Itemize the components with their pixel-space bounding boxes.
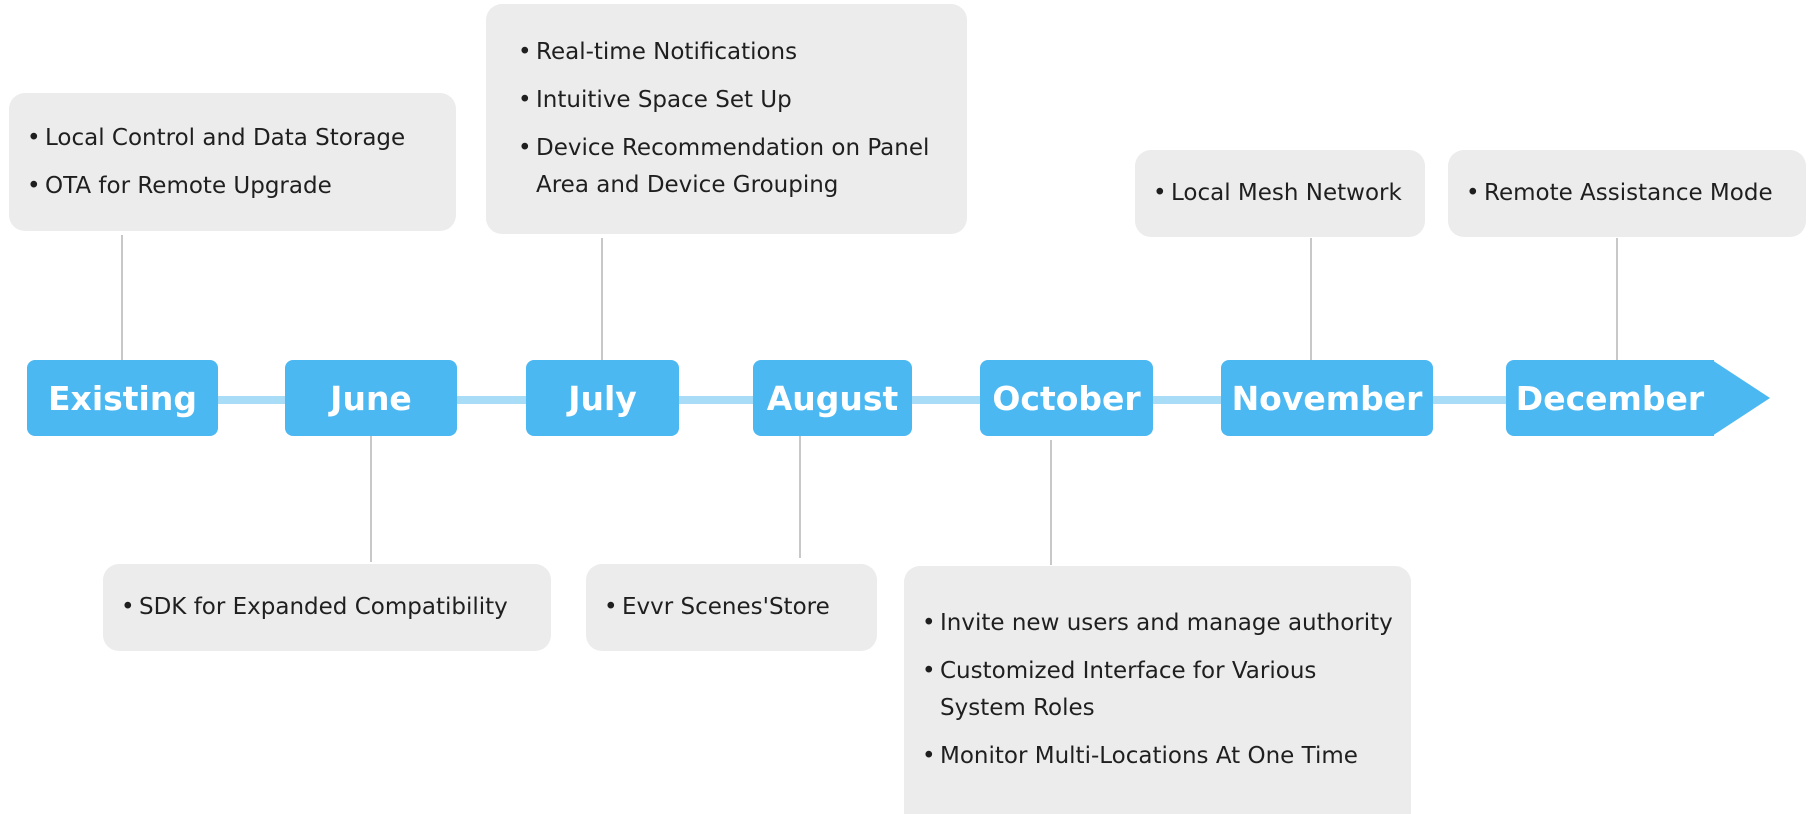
connector-november: [1310, 238, 1312, 360]
list-item: Device Recommendation on Panel Area and …: [518, 130, 936, 204]
list-item: Local Mesh Network: [1153, 175, 1407, 212]
list-item: Local Control and Data Storage: [27, 120, 438, 157]
month-november[interactable]: November: [1221, 360, 1433, 436]
connector-july: [601, 238, 603, 360]
card-november: Local Mesh Network: [1135, 150, 1425, 237]
month-october[interactable]: October: [980, 360, 1153, 436]
list-item: Customized Interface for Various System …: [922, 653, 1340, 727]
card-june: SDK for Expanded Compatibility: [103, 564, 551, 651]
connector-october: [1050, 440, 1052, 565]
list-item: Monitor Multi-Locations At One Time: [922, 738, 1393, 775]
card-december: Remote Assistance Mode: [1448, 150, 1806, 237]
timeline-arrow-head: [1712, 360, 1770, 436]
month-august[interactable]: August: [753, 360, 912, 436]
connector-existing: [121, 235, 123, 360]
month-june[interactable]: June: [285, 360, 457, 436]
card-october: Invite new users and manage authority Cu…: [904, 566, 1411, 814]
list-item: Remote Assistance Mode: [1466, 175, 1788, 212]
roadmap-timeline: Existing June July August October Novemb…: [0, 0, 1810, 814]
connector-december: [1616, 238, 1618, 360]
card-july: Real-time Notifications Intuitive Space …: [486, 4, 967, 234]
list-item: Intuitive Space Set Up: [518, 82, 949, 119]
list-item: Evvr Scenes'Store: [604, 589, 859, 626]
connector-june: [370, 436, 372, 562]
list-item: Real-time Notifications: [518, 34, 949, 71]
list-item: SDK for Expanded Compatibility: [121, 589, 533, 626]
month-july[interactable]: July: [526, 360, 679, 436]
month-december[interactable]: December: [1506, 360, 1714, 436]
connector-august: [799, 436, 801, 558]
month-existing[interactable]: Existing: [27, 360, 218, 436]
list-item: OTA for Remote Upgrade: [27, 168, 438, 205]
list-item: Invite new users and manage authority: [922, 605, 1393, 642]
card-existing: Local Control and Data Storage OTA for R…: [9, 93, 456, 231]
card-august: Evvr Scenes'Store: [586, 564, 877, 651]
